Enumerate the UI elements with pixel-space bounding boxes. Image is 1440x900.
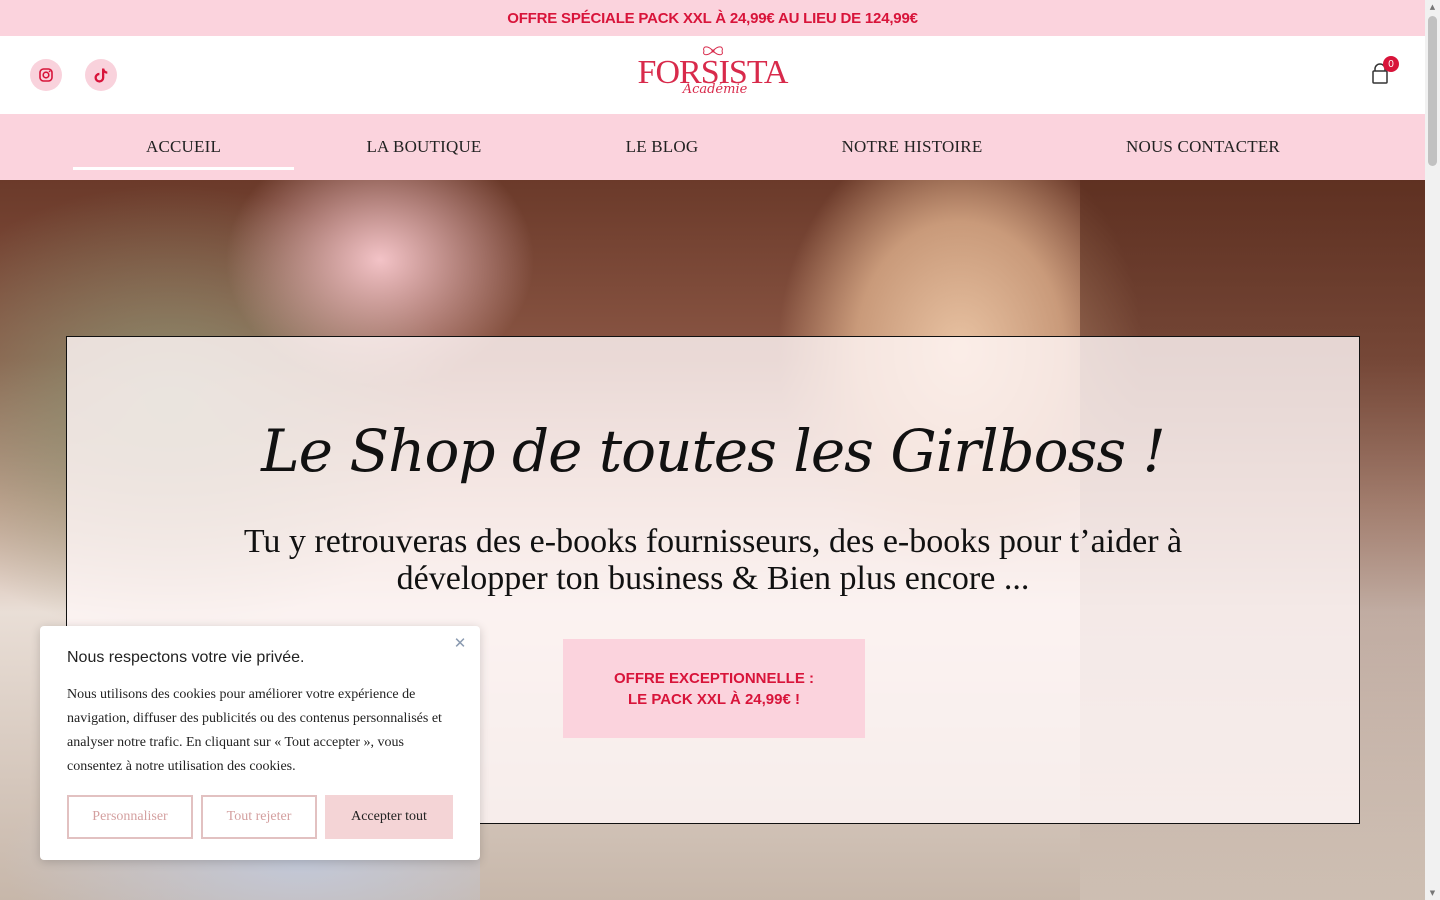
nav-item-label: NOTRE HISTOIRE — [841, 137, 983, 156]
nav-item-label: LA BOUTIQUE — [366, 137, 482, 156]
announcement-bar: OFFRE SPÉCIALE PACK XXL À 24,99€ AU LIEU… — [0, 0, 1425, 36]
cookie-title: Nous respectons votre vie privée. — [67, 649, 305, 666]
nav-item-blog[interactable]: LE BLOG — [590, 114, 734, 180]
announcement-text: OFFRE SPÉCIALE PACK XXL À 24,99€ AU LIEU… — [507, 9, 918, 27]
nav-item-label: LE BLOG — [625, 137, 699, 156]
accept-all-button[interactable]: Accepter tout — [325, 795, 453, 839]
offer-cta-button[interactable]: OFFRE EXCEPTIONNELLE : LE PACK XXL À 24,… — [563, 639, 865, 738]
nav-item-histoire[interactable]: NOTRE HISTOIRE — [810, 114, 1014, 180]
hero-subtitle: Tu y retrouveras des e-books fournisseur… — [243, 523, 1183, 597]
nav-item-accueil[interactable]: ACCUEIL — [73, 114, 294, 180]
nav-active-indicator — [73, 167, 294, 170]
reject-all-button[interactable]: Tout rejeter — [201, 795, 317, 839]
site-logo[interactable]: FORSISTA Académie — [630, 42, 795, 108]
scroll-down-arrow-icon[interactable]: ▼ — [1428, 888, 1437, 897]
nav-item-boutique[interactable]: LA BOUTIQUE — [324, 114, 524, 180]
customize-button[interactable]: Personnaliser — [67, 795, 193, 839]
nav-item-label: ACCUEIL — [145, 137, 222, 156]
close-icon[interactable]: ✕ — [451, 634, 469, 652]
scrollbar[interactable]: ▲ ▼ — [1425, 0, 1440, 900]
cart-count-badge: 0 — [1383, 56, 1399, 72]
cookie-description: Nous utilisons des cookies pour améliore… — [67, 687, 442, 774]
nav-item-label: NOUS CONTACTER — [1126, 137, 1280, 156]
scrollbar-thumb[interactable] — [1428, 16, 1437, 166]
logo-subtitle: Académie — [682, 82, 748, 97]
tiktok-link[interactable] — [85, 59, 117, 91]
nav-item-contact[interactable]: NOUS CONTACTER — [1100, 114, 1306, 180]
tiktok-icon — [94, 68, 108, 83]
cookie-consent-banner: Nous respectons votre vie privée. ✕ Nous… — [40, 626, 480, 860]
site-header: FORSISTA Académie 0 — [0, 36, 1425, 114]
main-nav: ACCUEIL LA BOUTIQUE LE BLOG NOTRE HISTOI… — [0, 114, 1425, 180]
hero-title: Le Shop de toutes les Girlboss ! — [261, 417, 1166, 485]
scroll-up-arrow-icon[interactable]: ▲ — [1428, 2, 1437, 11]
instagram-icon — [39, 68, 53, 82]
instagram-link[interactable] — [30, 59, 62, 91]
